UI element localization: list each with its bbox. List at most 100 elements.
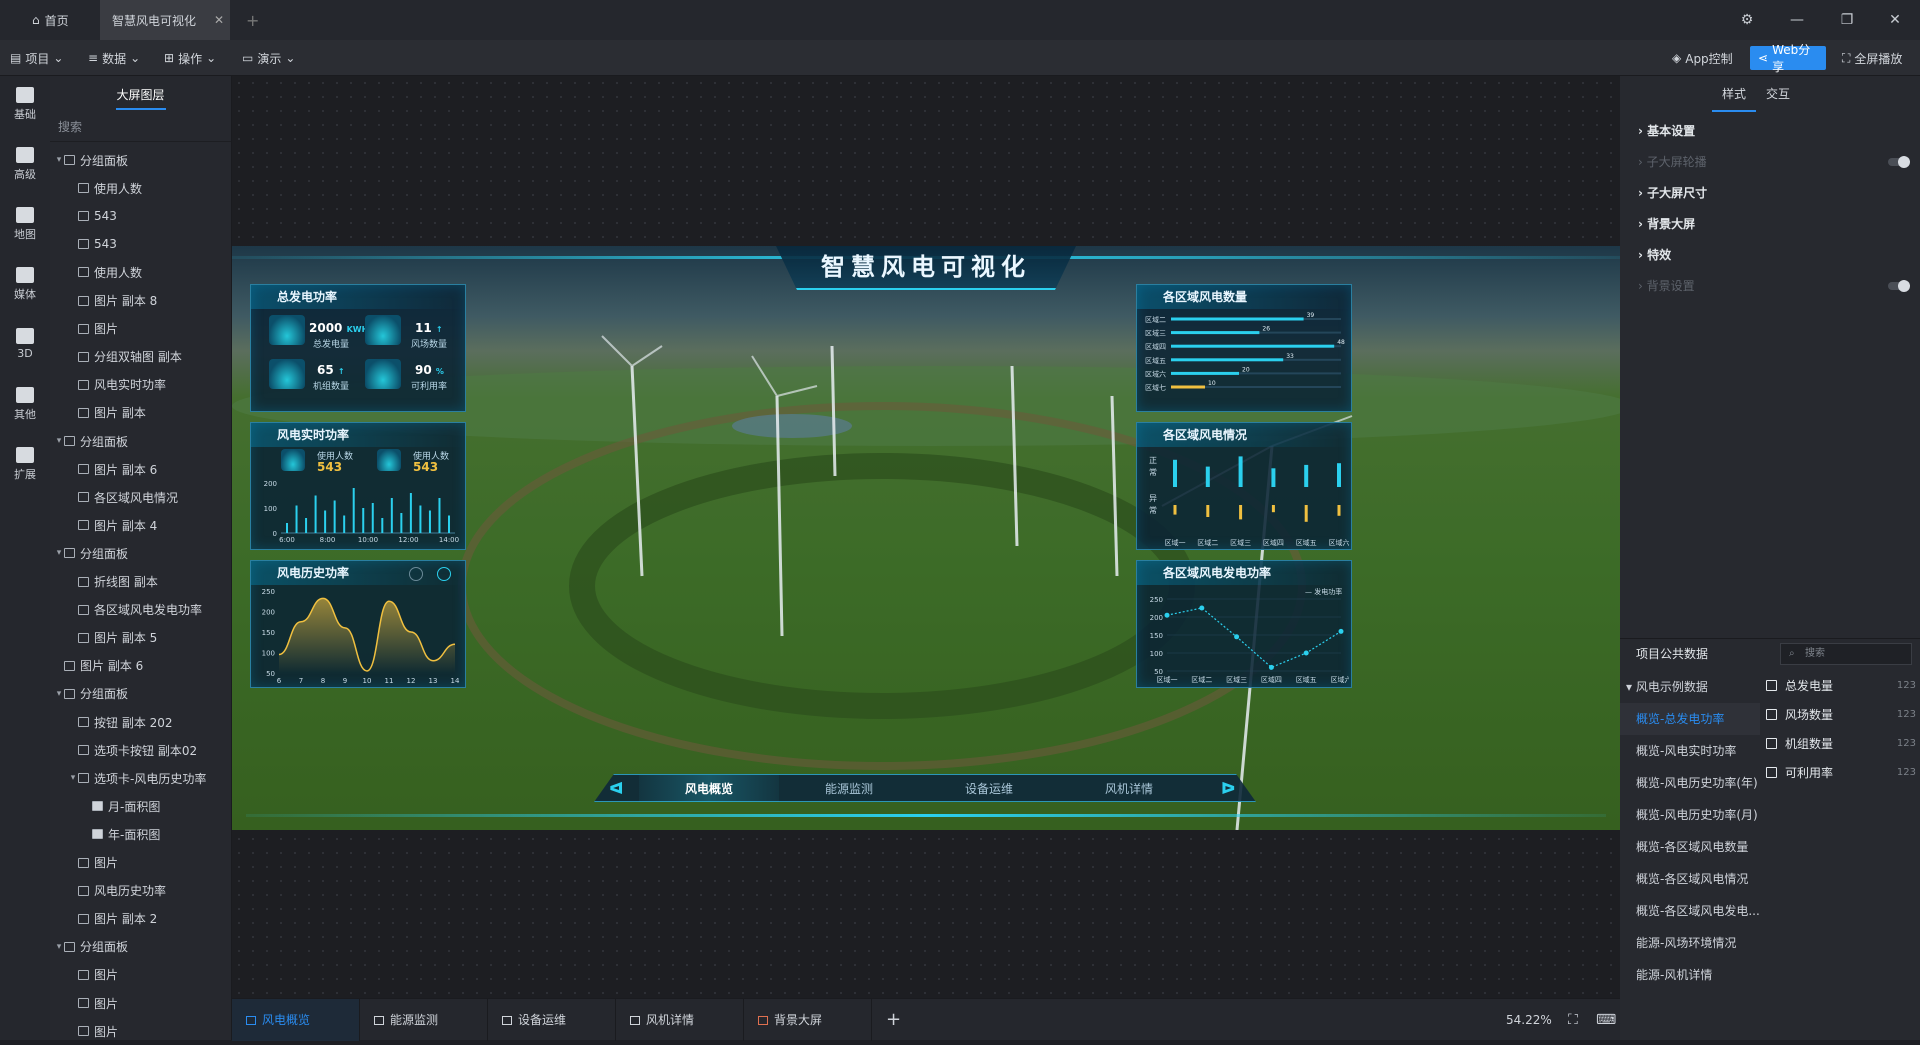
public-data-item[interactable]: 能源-风机详情 [1636, 959, 1712, 991]
layer-row[interactable]: 543 [50, 202, 232, 230]
web-share-button[interactable]: ⋖ Web分享 [1750, 43, 1826, 74]
layer-row[interactable]: 使用人数 [50, 174, 232, 202]
layer-row[interactable]: 风电实时功率 [50, 371, 232, 399]
nav-turbine[interactable]: 风机详情 [1059, 775, 1199, 802]
sidebar-item-advanced[interactable]: 高级 [0, 136, 50, 192]
public-data-item[interactable]: 概览-各区域风电情况 [1636, 863, 1748, 895]
layer-row[interactable]: 风电历史功率 [50, 877, 232, 905]
sidebar-item-map[interactable]: 地图 [0, 196, 50, 252]
layer-row[interactable]: 图片 副本 8 [50, 287, 232, 315]
sidebar-item-extend[interactable]: 扩展 [0, 436, 50, 492]
public-data-search[interactable]: ⌕ 搜索 [1780, 643, 1912, 665]
layer-row[interactable]: 图片 [50, 849, 232, 877]
public-data-item[interactable]: 概览-各区域风电发电... [1636, 895, 1760, 927]
nav-maintenance[interactable]: 设备运维 [919, 775, 1059, 802]
close-icon[interactable]: ✕ [214, 13, 224, 27]
layer-row[interactable]: 图片 [50, 989, 232, 1017]
menu-operation[interactable]: ⊞ 操作 ⌄ [164, 40, 216, 76]
sidebar-item-media[interactable]: 媒体 [0, 256, 50, 312]
toggle-icon[interactable] [409, 567, 423, 581]
panel-region-count[interactable]: 各区域风电数量 区域二 39 区域三 26 区域四 48 区域五 33 区域六 20 区域七 10 [1136, 284, 1352, 412]
bottom-tab-energy[interactable]: 能源监测 [360, 999, 488, 1041]
layer-row[interactable]: 图片 副本 4 [50, 511, 232, 539]
public-data-item[interactable]: 能源-风场环境情况 [1636, 927, 1736, 959]
layer-row[interactable]: 543 [50, 230, 232, 258]
checkbox[interactable] [1766, 737, 1777, 749]
layer-row[interactable]: ▾ 分组面板 [50, 680, 232, 708]
layers-tab[interactable]: 大屏图层 [50, 76, 231, 112]
settings-section[interactable]: › 子大屏轮播 [1620, 147, 1920, 178]
add-screen-button[interactable]: + [886, 999, 901, 1041]
public-data-item[interactable]: 概览-总发电功率 [1620, 703, 1760, 735]
panel-region-power[interactable]: 各区域风电发电功率 — 发电功率 50 100 150 200 250 区域一 区域二 区域三… [1136, 560, 1352, 688]
layer-row[interactable]: 图片 副本 6 [50, 455, 232, 483]
settings-section[interactable]: › 特效 [1620, 240, 1920, 271]
fit-screen-icon[interactable]: ⛶ [1568, 999, 1578, 1041]
layer-row[interactable]: 各区域风电发电功率 [50, 596, 232, 624]
layer-row[interactable]: 图片 副本 [50, 399, 232, 427]
layer-search-input[interactable]: 搜索 [50, 112, 231, 142]
public-data-item[interactable]: 概览-各区域风电数量 [1636, 831, 1748, 863]
toggle-switch[interactable] [1888, 156, 1910, 168]
nav-energy[interactable]: 能源监测 [779, 775, 919, 802]
bottom-tab-background[interactable]: 背景大屏 [744, 999, 872, 1041]
keyboard-icon[interactable]: ⌨ [1596, 999, 1616, 1041]
checkbox[interactable] [1766, 679, 1777, 691]
layer-row[interactable]: 选项卡按钮 副本02 [50, 736, 232, 764]
menu-demo[interactable]: ▭ 演示 ⌄ [242, 40, 295, 76]
layer-row[interactable]: 图片 [50, 961, 232, 989]
menu-data[interactable]: ≡ 数据 ⌄ [88, 40, 140, 76]
arrow-right-icon[interactable]: ᐅ [1221, 779, 1235, 798]
layer-row[interactable]: 图片 副本 6 [50, 652, 232, 680]
bottom-tab-turbine[interactable]: 风机详情 [616, 999, 744, 1041]
panel-region-status[interactable]: 各区域风电情况 正常 异常 区域一 区域二 区域三 区域四 区域五 区域六 [1136, 422, 1352, 550]
bottom-tab-overview[interactable]: 风电概览 [232, 999, 360, 1041]
arrow-left-icon[interactable]: ᐊ [609, 779, 623, 798]
tab-interaction[interactable]: 交互 [1756, 76, 1800, 112]
data-field[interactable]: 机组数量 123 [1766, 729, 1916, 757]
sidebar-item-other[interactable]: 其他 [0, 376, 50, 432]
layer-row[interactable]: ▾ 分组面板 [50, 539, 232, 567]
zoom-level[interactable]: 54.22% [1506, 999, 1552, 1041]
chevron-down-icon[interactable]: ▾ [54, 436, 64, 446]
toggle-switch[interactable] [1888, 280, 1910, 292]
settings-section[interactable]: › 子大屏尺寸 [1620, 178, 1920, 209]
layer-row[interactable]: ▾ 分组面板 [50, 146, 232, 174]
layer-row[interactable]: 各区域风电情况 [50, 483, 232, 511]
public-data-item[interactable]: 概览-风电历史功率(月) [1636, 799, 1758, 831]
data-field[interactable]: 总发电量 123 [1766, 671, 1916, 699]
close-window-button[interactable]: ✕ [1870, 0, 1920, 40]
sidebar-item-3d[interactable]: 3D [0, 316, 50, 372]
chevron-down-icon[interactable]: ▾ [68, 773, 78, 783]
menu-project[interactable]: ▤ 项目 ⌄ [10, 40, 63, 76]
public-data-item[interactable]: 概览-风电历史功率(年) [1636, 767, 1758, 799]
layer-row[interactable]: 折线图 副本 [50, 568, 232, 596]
checkbox[interactable] [1766, 708, 1777, 720]
settings-section[interactable]: › 基本设置 [1620, 116, 1920, 147]
dashboard-screen[interactable]: 智慧风电可视化 总发电功率 2000 KWH 总发电量 11 ↑ 风场数量 65… [232, 246, 1620, 830]
chevron-down-icon[interactable]: ▾ [54, 689, 64, 699]
app-control-button[interactable]: ◈ App控制 [1664, 46, 1741, 70]
nav-overview[interactable]: 风电概览 [639, 775, 779, 802]
layer-row[interactable]: 分组双轴图 副本 [50, 343, 232, 371]
public-data-group[interactable]: ▾ 风电示例数据 [1626, 671, 1708, 703]
public-data-item[interactable]: 概览-风电实时功率 [1636, 735, 1736, 767]
settings-section[interactable]: › 背景设置 [1620, 271, 1920, 302]
tab-project[interactable]: 智慧风电可视化 ✕ [100, 0, 230, 40]
layer-row[interactable]: 使用人数 [50, 258, 232, 286]
chevron-down-icon[interactable]: ▾ [54, 942, 64, 952]
sidebar-item-basic[interactable]: 基础 [0, 76, 50, 132]
layer-row[interactable]: ▾ 分组面板 [50, 427, 232, 455]
data-field[interactable]: 可利用率 123 [1766, 758, 1916, 786]
chevron-down-icon[interactable]: ▾ [54, 548, 64, 558]
toggle-icon[interactable] [437, 567, 451, 581]
panel-realtime-power[interactable]: 风电实时功率 使用人数 543 使用人数 543 0 100 200 6:00 8:00… [250, 422, 466, 550]
layer-row[interactable]: 图片 副本 2 [50, 905, 232, 933]
settings-section[interactable]: › 背景大屏 [1620, 209, 1920, 240]
layer-row[interactable]: ▾ 分组面板 [50, 933, 232, 961]
checkbox[interactable] [1766, 766, 1777, 778]
layer-row[interactable]: 月-面积图 [50, 792, 232, 820]
layer-row[interactable]: 图片 [50, 315, 232, 343]
bottom-tab-maintenance[interactable]: 设备运维 [488, 999, 616, 1041]
layer-row[interactable]: ▾ 选项卡-风电历史功率 [50, 764, 232, 792]
